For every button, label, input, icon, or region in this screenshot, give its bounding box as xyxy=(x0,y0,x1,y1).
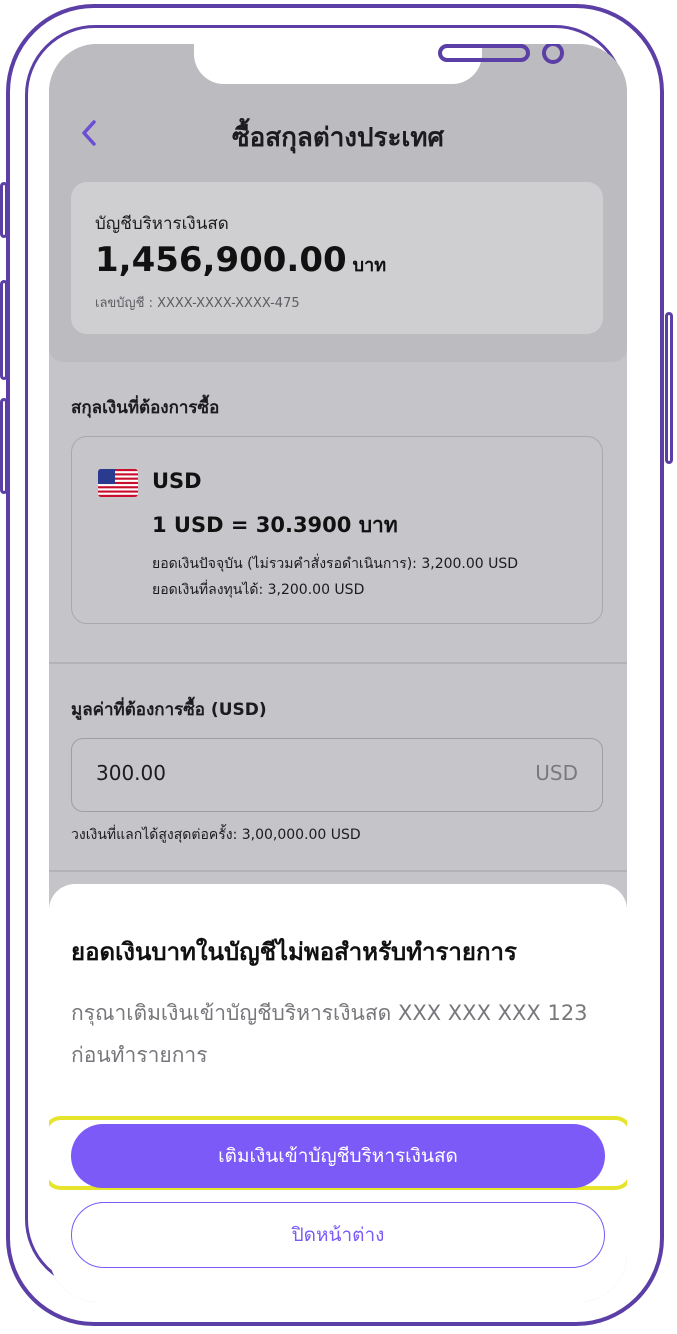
us-flag-icon xyxy=(98,469,138,497)
account-balance: 1,456,900.00 บาท xyxy=(95,240,386,280)
currency-section-label: สกุลเงินที่ต้องการซื้อ xyxy=(71,398,220,418)
divider xyxy=(49,662,627,664)
account-number: เลขบัญชี : XXXX-XXXX-XXXX-475 xyxy=(95,296,300,311)
side-button xyxy=(0,280,8,380)
top-up-button[interactable]: เติมเงินเข้าบัญชีบริหารเงินสด xyxy=(71,1124,605,1188)
currency-card[interactable]: USD 1 USD = 30.3900 บาท ยอดเงินปัจจุบัน … xyxy=(71,436,603,624)
account-balance-value: 1,456,900.00 xyxy=(95,240,347,280)
bottom-sheet: ยอดเงินบาทในบัญชีไม่พอสำหรับทำรายการ กรุ… xyxy=(49,884,627,1302)
sheet-title: ยอดเงินบาทในบัญชีไม่พอสำหรับทำรายการ xyxy=(71,938,517,966)
notch xyxy=(194,44,564,84)
speaker-icon xyxy=(438,44,530,62)
account-card: บัญชีบริหารเงินสด 1,456,900.00 บาท เลขบัญ… xyxy=(71,182,603,334)
side-button xyxy=(0,398,8,494)
amount-section-label: มูลค่าที่ต้องการซื้อ (USD) xyxy=(71,700,267,720)
side-button xyxy=(665,312,673,464)
account-name: บัญชีบริหารเงินสด xyxy=(95,214,229,234)
page-title: ซื้อสกุลต่างประเทศ xyxy=(232,123,444,153)
screen: ซื้อสกุลต่างประเทศ บัญชีบริหารเงินสด 1,4… xyxy=(49,44,627,1302)
divider xyxy=(49,870,627,872)
close-window-button[interactable]: ปิดหน้าต่าง xyxy=(71,1202,605,1268)
account-balance-unit: บาท xyxy=(352,255,387,276)
investable-balance: ยอดเงินที่ลงทุนได้: 3,200.00 USD xyxy=(152,582,365,598)
amount-unit: USD xyxy=(535,761,578,785)
header-section: ซื้อสกุลต่างประเทศ บัญชีบริหารเงินสด 1,4… xyxy=(49,44,627,362)
exchange-rate: 1 USD = 30.3900 บาท xyxy=(152,513,398,537)
current-balance: ยอดเงินปัจจุบัน (ไม่รวมคำสั่งรอดำเนินการ… xyxy=(152,556,519,572)
amount-value: 300.00 xyxy=(96,761,166,785)
side-button xyxy=(0,182,8,238)
currency-code: USD xyxy=(152,469,202,493)
exchange-limit: วงเงินที่แลกได้สูงสุดต่อครั้ง: 3,00,000.… xyxy=(71,827,361,843)
sheet-message: กรุณาเติมเงินเข้าบัญชีบริหารเงินสด XXX X… xyxy=(71,1001,588,1067)
amount-input[interactable]: 300.00 USD xyxy=(71,738,603,812)
